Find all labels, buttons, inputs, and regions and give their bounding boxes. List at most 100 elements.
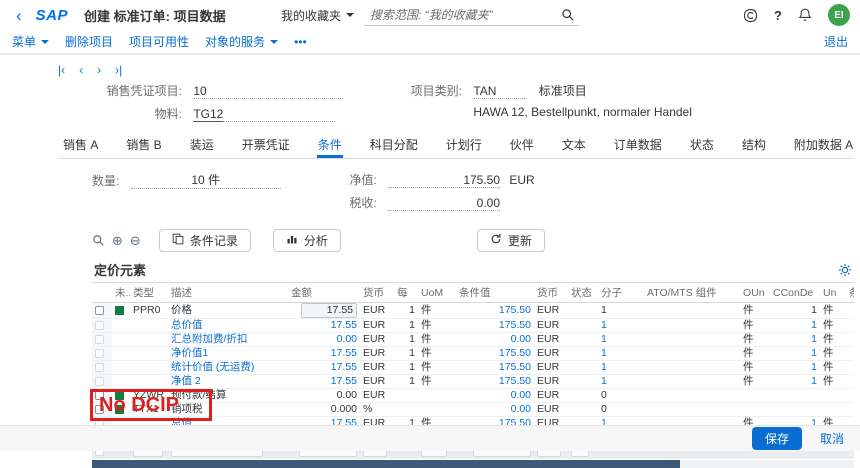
select-cell[interactable] (92, 361, 112, 375)
tab-订单数据[interactable]: 订单数据 (613, 132, 663, 158)
row-checkbox[interactable] (95, 349, 104, 358)
pricing-row[interactable]: 统计价值 (无运费)17.55EUR1件175.50EUR1件1件 (92, 361, 854, 375)
currency-cell[interactable]: EUR (360, 347, 394, 361)
currency-cell[interactable]: EUR (360, 333, 394, 347)
amount-cell[interactable]: 17.55 (288, 361, 360, 375)
save-button[interactable]: 保存 (752, 427, 802, 450)
menu-item-菜单[interactable]: 菜单 (12, 33, 49, 50)
description-cell[interactable]: 价格 (168, 303, 288, 319)
column-header-ATO/MTS 组件[interactable]: ATO/MTS 组件 (644, 283, 740, 303)
condition-type-cell[interactable] (130, 319, 168, 333)
row-checkbox[interactable] (95, 306, 104, 315)
table-settings-gear-icon[interactable] (838, 263, 852, 277)
amount-cell[interactable]: 17.55 (288, 319, 360, 333)
column-header-UoM[interactable]: UoM (418, 283, 456, 303)
quantity-value[interactable]: 10 件 (131, 171, 281, 189)
currency-cell[interactable]: EUR (360, 389, 394, 403)
cancel-button[interactable]: 取消 (814, 429, 850, 448)
tab-销售 B[interactable]: 销售 B (125, 132, 162, 158)
update-button[interactable]: 更新 (477, 229, 545, 252)
column-header-类型[interactable]: 类型 (130, 283, 168, 303)
pricing-row[interactable]: 净价值117.55EUR1件175.50EUR1件1件 (92, 347, 854, 361)
tab-条件[interactable]: 条件 (317, 132, 343, 158)
column-header-CConDe[interactable]: CConDe (770, 283, 820, 303)
condition-type-cell[interactable]: PPR0 (130, 303, 168, 319)
column-header-每[interactable]: 每 (394, 283, 418, 303)
row-checkbox[interactable] (95, 335, 104, 344)
currency-cell[interactable]: EUR (360, 303, 394, 319)
pricing-row[interactable]: PPR0价格17.55EUR1件175.50EUR1件1件 (92, 303, 854, 319)
select-cell[interactable] (92, 347, 112, 361)
item-category-value[interactable]: TAN (473, 84, 525, 99)
notifications-bell-icon[interactable] (798, 8, 812, 22)
currency-cell[interactable]: EUR (360, 375, 394, 389)
next-record-button[interactable]: › (97, 63, 101, 77)
menu-item-•••[interactable]: ••• (294, 35, 307, 49)
column-header-状态[interactable]: 状态 (568, 283, 598, 303)
row-checkbox[interactable] (95, 321, 104, 330)
tab-装运[interactable]: 装运 (189, 132, 215, 158)
row-checkbox[interactable] (95, 363, 104, 372)
description-cell[interactable]: 统计价值 (无运费) (168, 361, 288, 375)
condition-type-cell[interactable] (130, 361, 168, 375)
description-cell[interactable]: 汇总附加费/折扣 (168, 333, 288, 347)
amount-cell[interactable]: 0.00 (288, 389, 360, 403)
column-header-分子[interactable]: 分子 (598, 283, 644, 303)
select-cell[interactable] (92, 333, 112, 347)
back-button[interactable]: ‹ (10, 7, 28, 24)
select-cell[interactable] (92, 375, 112, 389)
last-record-button[interactable]: ›| (115, 63, 122, 77)
column-header-条件[interactable]: 条件 (846, 283, 854, 303)
tab-科目分配[interactable]: 科目分配 (369, 132, 419, 158)
horizontal-scrollbar[interactable] (92, 460, 854, 468)
pricing-row[interactable]: 汇总附加费/折扣0.00EUR1件0.00EUR1件1件 (92, 333, 854, 347)
first-record-button[interactable]: |‹ (58, 63, 65, 77)
tab-销售 A[interactable]: 销售 A (62, 132, 99, 158)
pricing-row[interactable]: 总价值17.55EUR1件175.50EUR1件1件 (92, 319, 854, 333)
menu-item-项目可用性[interactable]: 项目可用性 (129, 33, 189, 50)
condition-type-cell[interactable] (130, 375, 168, 389)
condition-records-button[interactable]: 条件记录 (159, 229, 251, 252)
tab-计划行[interactable]: 计划行 (445, 132, 483, 158)
zoom-in-icon[interactable]: ⊕ (112, 233, 123, 249)
menu-item-删除项目[interactable]: 删除项目 (65, 33, 113, 50)
column-header-描述[interactable]: 描述 (168, 283, 288, 303)
column-header-金额[interactable]: 金额 (288, 283, 360, 303)
help-icon[interactable]: ? (774, 8, 782, 23)
select-cell[interactable] (92, 303, 112, 319)
tab-文本[interactable]: 文本 (561, 132, 587, 158)
column-header-select[interactable] (92, 283, 112, 303)
previous-record-button[interactable]: ‹ (79, 63, 83, 77)
amount-cell[interactable]: 17.55 (288, 347, 360, 361)
search-icon[interactable] (561, 8, 575, 22)
description-cell[interactable]: 净值 2 (168, 375, 288, 389)
search-scope-dropdown[interactable]: 我的收藏夹 (281, 7, 354, 24)
analysis-button[interactable]: 分析 (273, 229, 341, 252)
menu-item-对象的服务[interactable]: 对象的服务 (205, 33, 278, 50)
copilot-icon[interactable] (743, 8, 758, 23)
zoom-out-icon[interactable]: ⊖ (130, 233, 141, 249)
user-avatar[interactable]: EI (828, 4, 850, 26)
row-checkbox[interactable] (95, 377, 104, 386)
tab-开票凭证[interactable]: 开票凭证 (241, 132, 291, 158)
column-header-货币[interactable]: 货币 (360, 283, 394, 303)
description-cell[interactable]: 总价值 (168, 319, 288, 333)
tab-结构[interactable]: 结构 (741, 132, 767, 158)
column-header-Un[interactable]: Un (820, 283, 846, 303)
amount-cell[interactable]: 0.00 (288, 333, 360, 347)
pricing-row[interactable]: 净值 217.55EUR1件175.50EUR1件1件 (92, 375, 854, 389)
amount-cell[interactable]: 0.000 (288, 403, 360, 417)
currency-cell[interactable]: EUR (360, 361, 394, 375)
amount-cell[interactable]: 17.55 (288, 303, 360, 319)
horizontal-scrollbar-thumb[interactable] (92, 460, 680, 468)
condition-type-cell[interactable] (130, 333, 168, 347)
search-input[interactable] (368, 7, 553, 23)
amount-cell[interactable]: 17.55 (288, 375, 360, 389)
exit-button[interactable]: 退出 (824, 33, 848, 50)
currency-cell[interactable]: EUR (360, 319, 394, 333)
tab-伙伴[interactable]: 伙伴 (509, 132, 535, 158)
amount-input[interactable]: 17.55 (301, 303, 357, 318)
column-header-条件值[interactable]: 条件值 (456, 283, 534, 303)
description-cell[interactable]: 净价值1 (168, 347, 288, 361)
tab-附加数据 A[interactable]: 附加数据 A (793, 132, 854, 158)
